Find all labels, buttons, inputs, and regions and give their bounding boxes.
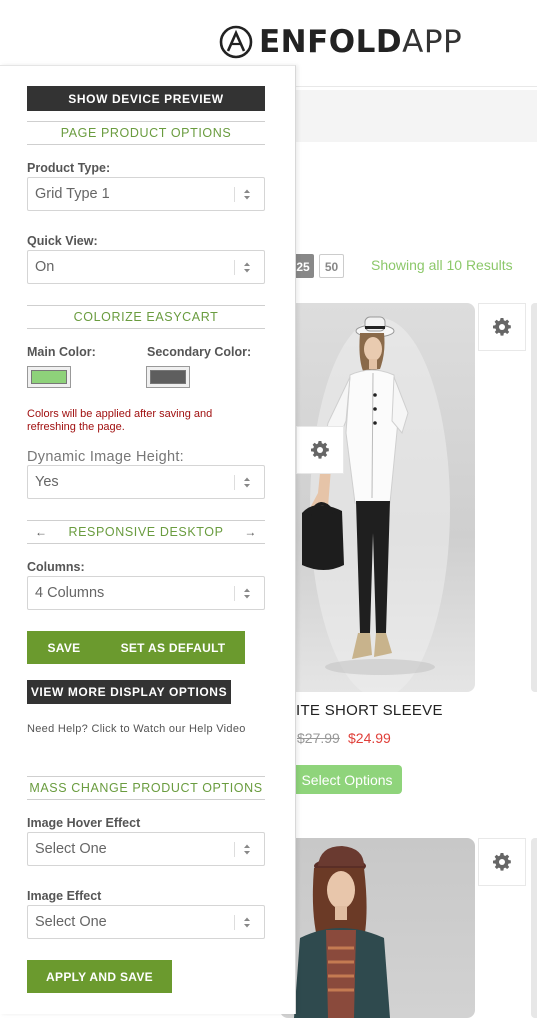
dynamic-image-height-select[interactable]: Yes — [27, 465, 265, 499]
product-type-select[interactable]: Grid Type 1 — [27, 177, 265, 211]
secondary-color-picker[interactable] — [146, 366, 190, 388]
brand-logo[interactable]: ENFOLDAPP — [219, 24, 462, 60]
next-breakpoint-arrow-icon[interactable]: → — [244, 521, 257, 543]
product-settings-button[interactable] — [296, 426, 344, 474]
results-count: Showing all 10 Results — [371, 257, 513, 273]
image-effect-select[interactable]: Select One — [27, 905, 265, 939]
select-divider — [234, 586, 235, 601]
dynamic-image-height-label: Dynamic Image Height: — [27, 449, 184, 465]
next-product-edge — [531, 838, 537, 1018]
save-button[interactable]: SAVE — [27, 631, 101, 664]
columns-select[interactable]: 4 Columns — [27, 576, 265, 610]
product-settings-button[interactable] — [478, 838, 526, 886]
gear-icon — [493, 318, 511, 336]
quick-view-select[interactable]: On — [27, 250, 265, 284]
responsive-heading-text: RESPONSIVE DESKTOP — [68, 525, 224, 539]
apply-and-save-button[interactable]: APPLY AND SAVE — [27, 960, 172, 993]
previous-breakpoint-arrow-icon[interactable]: ← — [35, 521, 48, 543]
section-heading-colorize: COLORIZE EASYCART — [27, 305, 265, 329]
enfold-logo-icon — [219, 25, 253, 59]
select-divider — [234, 475, 235, 490]
product-settings-button[interactable] — [478, 303, 526, 351]
product-image[interactable] — [280, 303, 475, 692]
select-divider — [234, 915, 235, 930]
main-color-label: Main Color: — [27, 345, 96, 359]
select-divider — [234, 260, 235, 275]
select-caret-icon — [244, 262, 250, 273]
product-type-value: Grid Type 1 — [35, 186, 110, 202]
breadcrumb-bar — [296, 90, 537, 142]
dynamic-image-height-value: Yes — [35, 474, 59, 490]
main-color-picker[interactable] — [27, 366, 71, 388]
product-type-label: Product Type: — [27, 161, 111, 175]
color-save-note: Colors will be applied after saving and … — [27, 408, 213, 433]
product-photo-woman-white-shirt — [302, 316, 450, 692]
set-as-default-button[interactable]: SET AS DEFAULT — [101, 631, 245, 664]
select-caret-icon — [244, 189, 250, 200]
select-options-button[interactable]: Select Options — [292, 765, 402, 794]
secondary-color-swatch — [150, 370, 186, 384]
select-caret-icon — [244, 588, 250, 599]
secondary-color-label: Secondary Color: — [147, 345, 252, 359]
select-divider — [234, 842, 235, 857]
select-divider — [234, 187, 235, 202]
view-more-display-options-button[interactable]: VIEW MORE DISPLAY OPTIONS — [27, 680, 231, 704]
next-product-edge — [531, 303, 537, 692]
image-effect-value: Select One — [35, 914, 107, 930]
image-hover-effect-select[interactable]: Select One — [27, 832, 265, 866]
section-heading-mass-change: MASS CHANGE PRODUCT OPTIONS — [27, 776, 265, 800]
select-caret-icon — [244, 477, 250, 488]
section-heading-page-product-options: PAGE PRODUCT OPTIONS — [27, 121, 265, 145]
brand-name: ENFOLDAPP — [259, 24, 463, 60]
product-photo-woman-cap — [294, 846, 390, 1018]
product-title[interactable]: ITE SHORT SLEEVE — [296, 702, 443, 719]
image-effect-label: Image Effect — [27, 889, 102, 903]
image-hover-effect-label: Image Hover Effect — [27, 816, 141, 830]
image-hover-effect-value: Select One — [35, 841, 107, 857]
quick-view-value: On — [35, 259, 55, 275]
quick-view-label: Quick View: — [27, 234, 98, 248]
help-video-link[interactable]: Need Help? Click to Watch our Help Video — [27, 720, 257, 738]
original-price: $27.99 — [297, 730, 340, 746]
gear-icon — [493, 853, 511, 871]
gear-icon — [311, 441, 329, 459]
display-options-panel: SHOW DEVICE PREVIEW PAGE PRODUCT OPTIONS… — [0, 65, 296, 1014]
product-image[interactable] — [280, 838, 475, 1018]
columns-label: Columns: — [27, 560, 85, 574]
show-device-preview-button[interactable]: SHOW DEVICE PREVIEW — [27, 86, 265, 111]
per-page-50-button[interactable]: 50 — [319, 254, 344, 278]
sale-price: $24.99 — [348, 730, 391, 746]
columns-value: 4 Columns — [35, 585, 105, 601]
main-color-swatch — [31, 370, 67, 384]
select-caret-icon — [244, 917, 250, 928]
section-heading-responsive-desktop: ← RESPONSIVE DESKTOP → — [27, 520, 265, 544]
select-caret-icon — [244, 844, 250, 855]
